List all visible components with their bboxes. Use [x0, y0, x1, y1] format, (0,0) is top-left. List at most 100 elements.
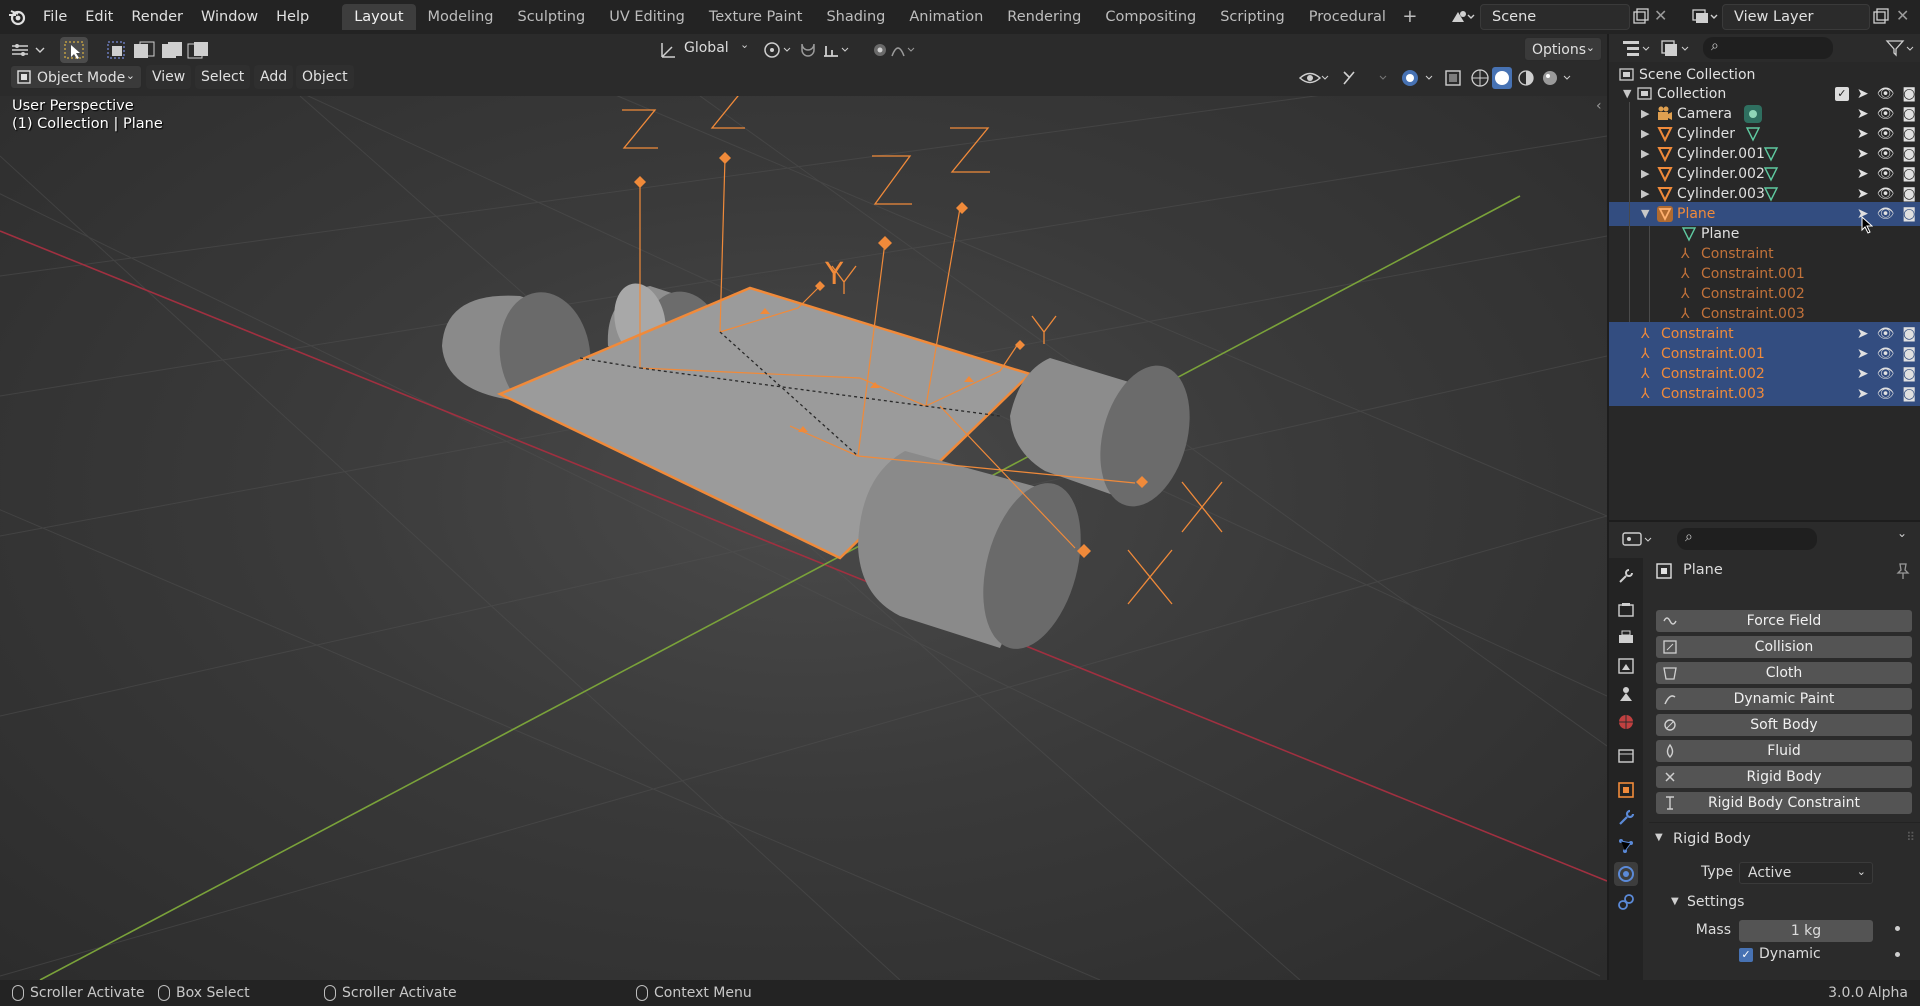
view-layer-selector-icon[interactable]	[1690, 6, 1718, 28]
scene-tab-icon[interactable]	[1614, 682, 1638, 706]
outliner-search-input[interactable]: ⌕	[1703, 37, 1833, 59]
object-mode-dropdown[interactable]: Object Mode ⌄	[10, 65, 142, 89]
dynamic-paint-button[interactable]: Dynamic Paint	[1656, 688, 1912, 710]
display-mode-icon[interactable]	[1659, 38, 1691, 58]
chevron-down-icon[interactable]: ⌄	[1897, 526, 1907, 540]
outliner-editor-icon[interactable]	[1621, 38, 1653, 58]
drag-handle-icon[interactable]: ⠿	[1906, 830, 1915, 844]
tab-sculpting[interactable]: Sculpting	[505, 4, 597, 30]
dynamic-paint-icon	[1664, 695, 1676, 705]
menu-help[interactable]: Help	[267, 4, 318, 30]
collapse-arrow-icon: ▼	[1655, 832, 1663, 843]
scene-field[interactable]: Scene	[1480, 4, 1630, 30]
collection-tab-icon[interactable]	[1614, 744, 1638, 768]
fluid-icon	[1666, 743, 1674, 758]
dynamic-label: Dynamic	[1759, 946, 1821, 962]
options-dropdown[interactable]: Options ⌄	[1524, 37, 1602, 61]
object-menu[interactable]: Object	[296, 65, 354, 89]
view-layer-tab-icon[interactable]	[1614, 654, 1638, 678]
menu-window[interactable]: Window	[192, 4, 267, 30]
editor-type-icon[interactable]	[8, 38, 48, 62]
pivot-snap-controls[interactable]	[760, 38, 920, 62]
fluid-button[interactable]: Fluid	[1656, 740, 1912, 762]
cloth-icon	[1663, 667, 1677, 680]
rigid-body-panel-title: Rigid Body	[1673, 831, 1751, 847]
constraints-tab-icon[interactable]	[1614, 890, 1638, 914]
rigid-body-button[interactable]: Rigid Body	[1656, 766, 1912, 788]
tab-procedural[interactable]: Procedural	[1297, 4, 1398, 30]
tool-tab-icon[interactable]	[1614, 564, 1638, 588]
properties-tabs	[1609, 558, 1643, 980]
dynamic-checkbox[interactable]: ✓	[1739, 948, 1753, 962]
delete-scene-icon[interactable]: ✕	[1654, 6, 1667, 25]
rigid-body-panel-header[interactable]: ▼ Rigid Body ⠿	[1653, 830, 1915, 852]
select-tool-icon[interactable]	[60, 37, 88, 63]
render-camera-icon[interactable]: ◙	[1902, 382, 1916, 406]
modifier-tab-icon[interactable]	[1614, 806, 1638, 830]
tab-layout[interactable]: Layout	[342, 4, 416, 30]
new-view-layer-icon[interactable]	[1872, 8, 1890, 26]
view-menu[interactable]: View	[146, 65, 192, 89]
sidebar-toggle-icon[interactable]: ‹	[1596, 98, 1602, 114]
particles-tab-icon[interactable]	[1614, 834, 1638, 858]
3d-viewport[interactable]: Y User Perspective (1) Collection | Plan…	[0, 96, 1607, 980]
delete-view-layer-icon[interactable]: ✕	[1896, 6, 1909, 25]
menu-render[interactable]: Render	[122, 4, 192, 30]
pin-icon[interactable]	[1895, 562, 1911, 580]
tab-shading[interactable]: Shading	[814, 4, 897, 30]
tab-scripting[interactable]: Scripting	[1208, 4, 1296, 30]
filter-icon[interactable]	[1885, 38, 1917, 58]
tab-compositing[interactable]: Compositing	[1093, 4, 1208, 30]
object-icon	[1655, 562, 1673, 580]
object-tab-icon[interactable]	[1614, 778, 1638, 802]
search-icon: ⌕	[1685, 529, 1693, 545]
force-field-button[interactable]: Force Field	[1656, 610, 1912, 632]
dynamic-paint-label: Dynamic Paint	[1733, 691, 1835, 707]
viewport-display-controls[interactable]	[1298, 66, 1598, 90]
cloth-button[interactable]: Cloth	[1656, 662, 1912, 684]
select-menu[interactable]: Select	[195, 65, 251, 89]
settings-label: Settings	[1687, 894, 1745, 910]
settings-subpanel-header[interactable]: ▼ Settings	[1669, 894, 1869, 914]
tab-uv-editing[interactable]: UV Editing	[597, 4, 697, 30]
output-tab-icon[interactable]	[1614, 626, 1638, 650]
collision-button[interactable]: Collision	[1656, 636, 1912, 658]
viewport-scene: Y	[0, 96, 1607, 980]
top-bar: File Edit Render Window Help Layout Mode…	[0, 0, 1920, 34]
exclude-checkbox[interactable]: ✓	[1834, 87, 1849, 101]
menu-edit[interactable]: Edit	[76, 4, 122, 30]
rigid-body-constraint-button[interactable]: Rigid Body Constraint	[1656, 792, 1912, 814]
type-dropdown[interactable]: Active ⌄	[1739, 862, 1873, 884]
keyframe-dot-icon[interactable]	[1895, 926, 1900, 931]
selectable-icon[interactable]: ➤	[1857, 382, 1869, 406]
collision-icon	[1663, 640, 1677, 654]
tab-modeling[interactable]: Modeling	[416, 4, 506, 30]
transform-orientation-dropdown[interactable]: Global ⌄	[660, 38, 752, 62]
keyframe-dot-icon[interactable]	[1895, 952, 1900, 957]
view-perspective-label: User Perspective	[12, 98, 134, 114]
tab-texture-paint[interactable]: Texture Paint	[697, 4, 815, 30]
properties-editor-icon[interactable]	[1621, 528, 1657, 550]
world-tab-icon[interactable]	[1614, 710, 1638, 734]
scene-selector-icon[interactable]	[1448, 6, 1476, 28]
physics-tab-icon[interactable]	[1614, 862, 1638, 886]
tab-rendering[interactable]: Rendering	[995, 4, 1093, 30]
remove-icon	[1665, 772, 1675, 782]
blender-logo-icon[interactable]	[0, 0, 34, 34]
outliner-item-constraint-003[interactable]: ⅄ Constraint.003 ➤ 👁 ◙	[1609, 382, 1920, 406]
new-scene-icon[interactable]	[1632, 8, 1650, 26]
add-workspace-button[interactable]: +	[1398, 4, 1422, 30]
properties-search-input[interactable]: ⌕	[1677, 528, 1817, 550]
selection-mode-icons[interactable]	[104, 39, 226, 63]
add-menu[interactable]: Add	[254, 65, 294, 89]
render-tab-icon[interactable]	[1614, 598, 1638, 622]
tab-animation[interactable]: Animation	[897, 4, 995, 30]
view-layer-field[interactable]: View Layer	[1722, 4, 1870, 30]
empty-icon: ⅄	[1681, 266, 1690, 282]
menu-file[interactable]: File	[34, 4, 76, 30]
visibility-eye-icon[interactable]: 👁	[1877, 382, 1895, 406]
fluid-label: Fluid	[1767, 743, 1801, 759]
outliner-item-label: Constraint.003	[1661, 386, 1765, 402]
soft-body-button[interactable]: Soft Body	[1656, 714, 1912, 736]
mass-field[interactable]: 1 kg	[1739, 920, 1873, 942]
